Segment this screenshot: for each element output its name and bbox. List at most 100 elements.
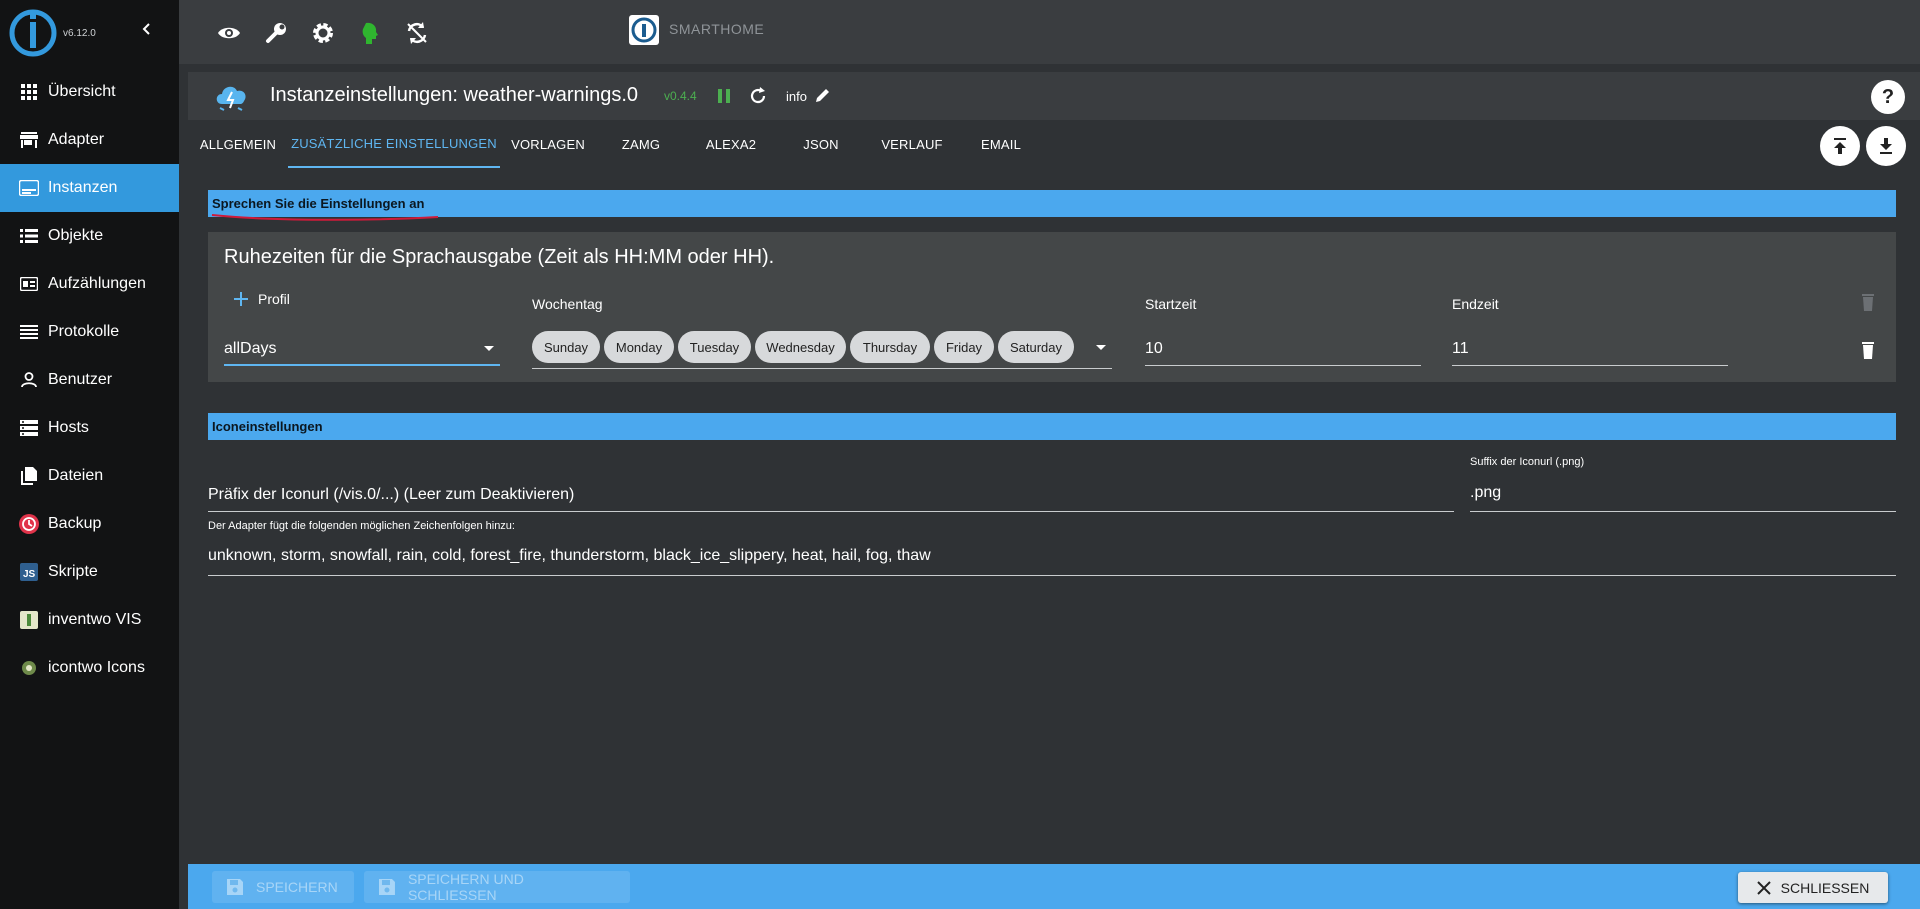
day-chip-thursday[interactable]: Thursday bbox=[850, 331, 930, 363]
instance-settings-dialog: Instanzeinstellungen: weather-warnings.0… bbox=[188, 72, 1920, 909]
download-button[interactable] bbox=[1866, 126, 1906, 166]
save-label: SPEICHERN bbox=[256, 879, 338, 895]
start-time-value: 10 bbox=[1145, 340, 1163, 357]
upload-button[interactable] bbox=[1820, 126, 1860, 166]
sidebar-item-label: inventwo VIS bbox=[48, 611, 142, 628]
column-label-profile: Profil bbox=[258, 291, 290, 307]
suffix-label: Suffix der Iconurl (.png) bbox=[1470, 456, 1585, 468]
chevron-left-icon[interactable] bbox=[140, 22, 154, 36]
sidebar-item-icontwo-icons[interactable]: icontwo Icons bbox=[0, 644, 179, 692]
info-label[interactable]: info bbox=[786, 89, 807, 104]
help-button[interactable]: ? bbox=[1871, 80, 1905, 114]
sidebar-item-inventwo-vis[interactable]: inventwo VIS bbox=[0, 596, 179, 644]
refresh-arrows-icon[interactable] bbox=[404, 20, 430, 46]
caret-down-icon bbox=[484, 346, 494, 351]
dialog-title: Instanzeinstellungen: weather-warnings.0 bbox=[270, 84, 638, 106]
sidebar-item-objekte[interactable]: Objekte bbox=[0, 212, 179, 260]
caret-down-icon[interactable] bbox=[1096, 345, 1106, 350]
sidebar-nav: Übersicht Adapter Instanzen Objekte Aufz… bbox=[0, 68, 179, 692]
sidebar-item-label: icontwo Icons bbox=[48, 659, 145, 676]
expert-mode-icon[interactable] bbox=[357, 20, 383, 46]
end-time-value: 11 bbox=[1452, 340, 1469, 357]
save-button[interactable]: SPEICHERN bbox=[212, 871, 354, 903]
add-profile-button[interactable]: Profil bbox=[232, 290, 290, 308]
sidebar-item-hosts[interactable]: Hosts bbox=[0, 404, 179, 452]
icon-strings-input[interactable]: unknown, storm, snowfall, rain, cold, fo… bbox=[208, 538, 1896, 576]
profile-select[interactable]: allDays bbox=[224, 334, 500, 366]
red-underline-annotation bbox=[211, 214, 439, 221]
tab-zamg[interactable]: ZAMG bbox=[596, 120, 686, 168]
end-time-input[interactable]: 11 bbox=[1452, 336, 1728, 366]
gear-icon[interactable] bbox=[310, 20, 336, 46]
enum-icon bbox=[18, 273, 40, 295]
weekday-multiselect[interactable]: Sunday Monday Tuesday Wednesday Thursday… bbox=[532, 331, 1112, 369]
list-icon bbox=[18, 225, 40, 247]
backup-icon bbox=[18, 513, 40, 535]
sidebar-item-adapter[interactable]: Adapter bbox=[0, 116, 179, 164]
sidebar-item-skripte[interactable]: JS Skripte bbox=[0, 548, 179, 596]
close-button[interactable]: SCHLIESSEN bbox=[1738, 872, 1888, 903]
sidebar: v6.12.0 Übersicht Adapter Instanzen Obje… bbox=[0, 0, 179, 909]
day-chip-tuesday[interactable]: Tuesday bbox=[678, 331, 751, 363]
sidebar-item-uebersicht[interactable]: Übersicht bbox=[0, 68, 179, 116]
sidebar-item-dateien[interactable]: Dateien bbox=[0, 452, 179, 500]
tab-zusaetzliche-einstellungen[interactable]: ZUSÄTZLICHE EINSTELLUNGEN bbox=[288, 120, 500, 168]
day-chip-wednesday[interactable]: Wednesday bbox=[755, 331, 846, 363]
wrench-icon[interactable] bbox=[263, 20, 289, 46]
floppy-disk-icon bbox=[378, 879, 395, 895]
user-icon bbox=[18, 369, 40, 391]
sidebar-item-instanzen[interactable]: Instanzen bbox=[0, 164, 179, 212]
tab-vorlagen[interactable]: VORLAGEN bbox=[500, 120, 596, 168]
section-header-speech: Sprechen Sie die Einstellungen an bbox=[208, 190, 1896, 217]
tab-json[interactable]: JSON bbox=[776, 120, 866, 168]
day-chip-friday[interactable]: Friday bbox=[934, 331, 994, 363]
icon-suffix-input[interactable]: .png bbox=[1470, 474, 1896, 512]
instances-icon bbox=[18, 177, 40, 199]
sidebar-item-benutzer[interactable]: Benutzer bbox=[0, 356, 179, 404]
save-and-close-button[interactable]: SPEICHERN UND SCHLIESSEN bbox=[364, 871, 630, 903]
eye-icon[interactable] bbox=[216, 20, 242, 46]
settings-content: Sprechen Sie die Einstellungen an Ruheze… bbox=[188, 168, 1920, 868]
icontwo-icon bbox=[18, 657, 40, 679]
day-chip-sunday[interactable]: Sunday bbox=[532, 331, 600, 363]
sidebar-item-label: Aufzählungen bbox=[48, 275, 146, 292]
adapter-version: v0.4.4 bbox=[664, 89, 697, 103]
icon-suffix-value: .png bbox=[1470, 484, 1502, 501]
sidebar-item-aufzaehlungen[interactable]: Aufzählungen bbox=[0, 260, 179, 308]
sidebar-item-backup[interactable]: Backup bbox=[0, 500, 179, 548]
sidebar-item-label: Adapter bbox=[48, 131, 105, 148]
grid-icon bbox=[18, 81, 40, 103]
icon-strings-value: unknown, storm, snowfall, rain, cold, fo… bbox=[208, 547, 931, 564]
iobroker-logo[interactable] bbox=[8, 8, 58, 58]
day-chip-monday[interactable]: Monday bbox=[604, 331, 674, 363]
profile-select-value: allDays bbox=[224, 340, 277, 357]
weather-cloud-icon bbox=[212, 78, 252, 114]
sidebar-item-label: Dateien bbox=[48, 467, 104, 484]
hosts-icon bbox=[18, 417, 40, 439]
sidebar-item-protokolle[interactable]: Protokolle bbox=[0, 308, 179, 356]
edit-pencil-icon[interactable] bbox=[814, 86, 832, 104]
icon-prefix-placeholder: Präfix der Iconurl (/vis.0/...) (Leer zu… bbox=[208, 486, 575, 503]
dialog-footer: SPEICHERN SPEICHERN UND SCHLIESSEN SCHLI… bbox=[188, 864, 1920, 909]
start-time-input[interactable]: 10 bbox=[1145, 336, 1421, 366]
icon-prefix-input[interactable]: Präfix der Iconurl (/vis.0/...) (Leer zu… bbox=[208, 476, 1454, 512]
floppy-disk-icon bbox=[227, 879, 243, 895]
day-chip-saturday[interactable]: Saturday bbox=[998, 331, 1074, 363]
tab-allgemein[interactable]: ALLGEMEIN bbox=[188, 120, 288, 168]
store-icon bbox=[18, 129, 40, 151]
js-icon: JS bbox=[18, 561, 40, 583]
delete-all-icon[interactable] bbox=[1858, 292, 1878, 312]
tab-bar: ALLGEMEIN ZUSÄTZLICHE EINSTELLUNGEN VORL… bbox=[188, 120, 1920, 168]
sidebar-item-label: Protokolle bbox=[48, 323, 120, 340]
strings-label: Der Adapter fügt die folgenden möglichen… bbox=[208, 520, 515, 532]
pause-icon[interactable] bbox=[716, 87, 732, 105]
column-label-start: Startzeit bbox=[1145, 296, 1197, 312]
version-label: v6.12.0 bbox=[63, 28, 96, 39]
delete-row-icon[interactable] bbox=[1858, 340, 1878, 360]
upload-icon bbox=[1834, 138, 1846, 154]
tab-email[interactable]: EMAIL bbox=[958, 120, 1044, 168]
help-icon: ? bbox=[1881, 85, 1895, 108]
tab-verlauf[interactable]: VERLAUF bbox=[866, 120, 958, 168]
tab-alexa2[interactable]: ALEXA2 bbox=[686, 120, 776, 168]
reload-icon[interactable] bbox=[748, 86, 768, 106]
